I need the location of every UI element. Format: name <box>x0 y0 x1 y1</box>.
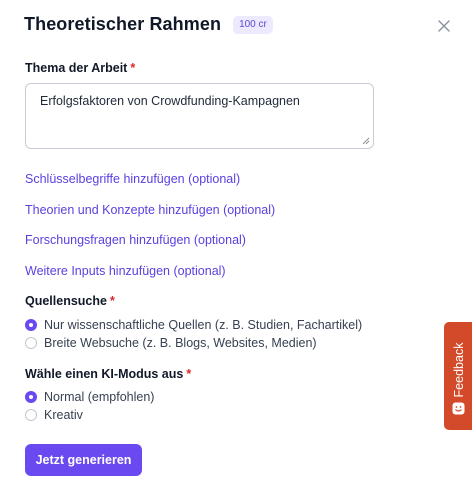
required-marker: * <box>130 61 136 75</box>
source-option-label: Breite Websuche (z. B. Blogs, Websites, … <box>44 336 317 350</box>
source-option-scientific[interactable]: Nur wissenschaftliche Quellen (z. B. Stu… <box>25 318 362 332</box>
resize-grip-icon[interactable] <box>362 137 370 145</box>
add-keywords-link[interactable]: Schlüsselbegriffe hinzufügen (optional) <box>25 172 240 186</box>
radio-unselected[interactable] <box>25 409 37 421</box>
feedback-smile-icon <box>452 402 465 415</box>
ai-mode-option-label: Kreativ <box>44 408 83 422</box>
feedback-tab[interactable]: Feedback <box>444 322 472 430</box>
close-icon[interactable] <box>434 16 454 36</box>
modal-header: Theoretischer Rahmen 100 cr <box>24 14 273 35</box>
ai-mode-option-label: Normal (empfohlen) <box>44 390 155 404</box>
radio-unselected[interactable] <box>25 337 37 349</box>
topic-label: Thema der Arbeit * <box>25 61 136 75</box>
ai-mode-option-creative[interactable]: Kreativ <box>25 408 83 422</box>
add-research-questions-link[interactable]: Forschungsfragen hinzufügen (optional) <box>25 233 246 247</box>
feedback-label: Feedback <box>452 342 466 398</box>
generate-button[interactable]: Jetzt generieren <box>25 444 142 476</box>
required-marker: * <box>109 294 115 308</box>
radio-selected[interactable] <box>25 319 37 331</box>
add-further-inputs-link[interactable]: Weitere Inputs hinzufügen (optional) <box>25 264 226 278</box>
radio-selected[interactable] <box>25 391 37 403</box>
add-theories-link[interactable]: Theorien und Konzepte hinzufügen (option… <box>25 203 275 217</box>
modal-title: Theoretischer Rahmen <box>24 14 222 34</box>
source-option-web[interactable]: Breite Websuche (z. B. Blogs, Websites, … <box>25 336 317 350</box>
source-option-label: Nur wissenschaftliche Quellen (z. B. Stu… <box>44 318 363 332</box>
required-marker: * <box>186 367 192 381</box>
topic-value: Erfolgsfaktoren von Crowdfunding-Kampagn… <box>40 94 300 108</box>
ai-mode-option-normal[interactable]: Normal (empfohlen) <box>25 390 154 404</box>
source-search-label: Quellensuche * <box>25 294 115 308</box>
topic-textarea[interactable]: Erfolgsfaktoren von Crowdfunding-Kampagn… <box>25 83 374 149</box>
credits-badge: 100 cr <box>233 15 273 34</box>
ai-mode-label: Wähle einen KI-Modus aus * <box>25 367 192 381</box>
